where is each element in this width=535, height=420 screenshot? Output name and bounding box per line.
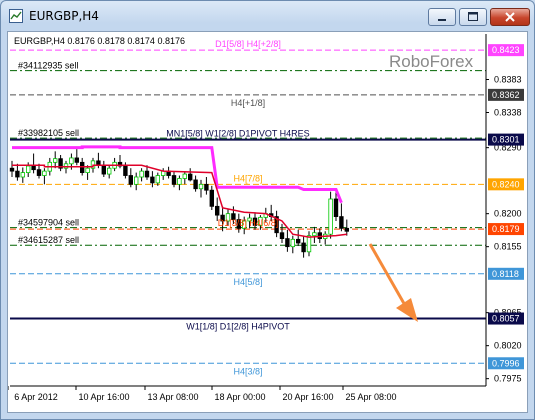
x-tick-label: 18 Apr 00:00 [214,392,265,402]
level-label: D1[3/8] H4[6/8] [218,218,279,228]
candle-body [333,198,339,218]
candle-body [328,198,333,235]
chart-area[interactable]: 0.83830.83380.82900.82000.81550.80650.80… [7,31,528,413]
candle-body [204,183,209,191]
minimize-icon [438,19,446,21]
candle-body [317,232,322,240]
title-bar[interactable]: EURGBP,H4 [1,1,534,31]
candle-body [209,189,214,207]
order-label: #33982105 sell [18,128,79,138]
level-label: W1[1/8] D1[2/8] H4PIVOT [186,322,290,332]
candle-body [101,164,106,175]
candle[interactable] [328,191,333,239]
price-tag-label: 0.8057 [492,314,520,324]
price-chart[interactable]: 0.83830.83380.82900.82000.81550.80650.80… [8,32,527,412]
candle-body [53,158,58,163]
candle-body [31,165,36,171]
price-tag-label: 0.7996 [492,358,520,368]
level-label: H4[3/8] [233,366,262,376]
candle-body [312,232,317,237]
price-tag-label: 0.8301 [492,135,520,145]
x-tick-label: 20 Apr 16:00 [282,392,333,402]
candle-body [123,165,128,176]
order-label: #34615287 sell [18,235,79,245]
price-tag-label: 0.8240 [492,179,520,189]
candle-body [155,175,160,184]
plot-background[interactable] [10,34,486,386]
level-label: H4[5/8] [233,277,262,287]
y-tick-label: 0.8200 [494,209,522,219]
level-label: H4[+1/8] [231,98,265,108]
candle-body [42,170,47,176]
price-tag-label: 0.8118 [492,269,519,279]
candle-body [139,170,144,178]
candle-body [36,169,42,176]
candle-body [187,173,193,181]
window-title: EURGBP,H4 [29,9,99,23]
order-label: #34597904 sell [18,218,79,228]
candle-body [198,183,204,190]
candle-body [339,216,344,229]
candle-body [285,238,290,248]
x-tick-label: 6 Apr 2012 [14,392,58,402]
candle-body [301,242,306,253]
candle-body [295,238,301,244]
close-icon [505,12,515,22]
y-tick-label: 0.8383 [494,74,522,84]
candle-body [177,178,182,185]
chart-window-icon [9,9,23,23]
candle-body [128,175,133,185]
watermark-text: RoboForex [389,52,474,71]
candle-body [193,179,198,190]
minimize-button[interactable] [428,8,456,26]
candle-body [279,232,285,240]
symbol-info: EURGBP,H4 0.8176 0.8178 0.8174 0.8176 [14,36,185,46]
candle-body [25,165,31,173]
maximize-icon [468,12,478,21]
candle-body [85,167,90,173]
price-tag-label: 0.8179 [492,224,520,234]
level-label: MN1[5/8] W1[2/8] D1PIVOT H4RES [166,129,309,139]
candle-body [290,238,295,248]
candle-body [344,227,349,232]
candle-body [182,173,187,179]
maximize-button[interactable] [459,8,487,26]
candle-body [20,172,25,178]
candle-body [69,157,74,165]
order-label: #34112935 sell [18,61,78,71]
app-window: EURGBP,H4 0.8383 0.8338 0.8290 0.8200 0.8155… [0,0,535,420]
y-tick-label: 0.8020 [494,341,522,351]
level-label: D1[5/8] H4[+2/8] [215,39,281,49]
candle-body [15,170,20,178]
y-tick-label: 0.7975 [494,374,522,384]
candle-body [9,167,15,172]
x-tick-label: 25 Apr 08:00 [345,392,396,402]
candle-body [134,176,139,185]
price-tag-label: 0.8423 [492,45,520,55]
close-button[interactable] [490,8,530,26]
candle-body [74,157,79,163]
x-tick-label: 13 Apr 08:00 [147,392,198,402]
candle-body [107,167,112,175]
candle-body [306,235,312,253]
y-tick-label: 0.8338 [494,107,522,117]
candle-body [144,170,150,178]
candle-body [214,205,220,216]
level-label: H4[7/8] [233,173,262,183]
candle-body [150,176,155,184]
candle-body [171,175,177,185]
price-tag-label: 0.8362 [492,90,520,100]
x-tick-label: 10 Apr 16:00 [78,392,129,402]
y-tick-label: 0.8155 [494,242,522,252]
